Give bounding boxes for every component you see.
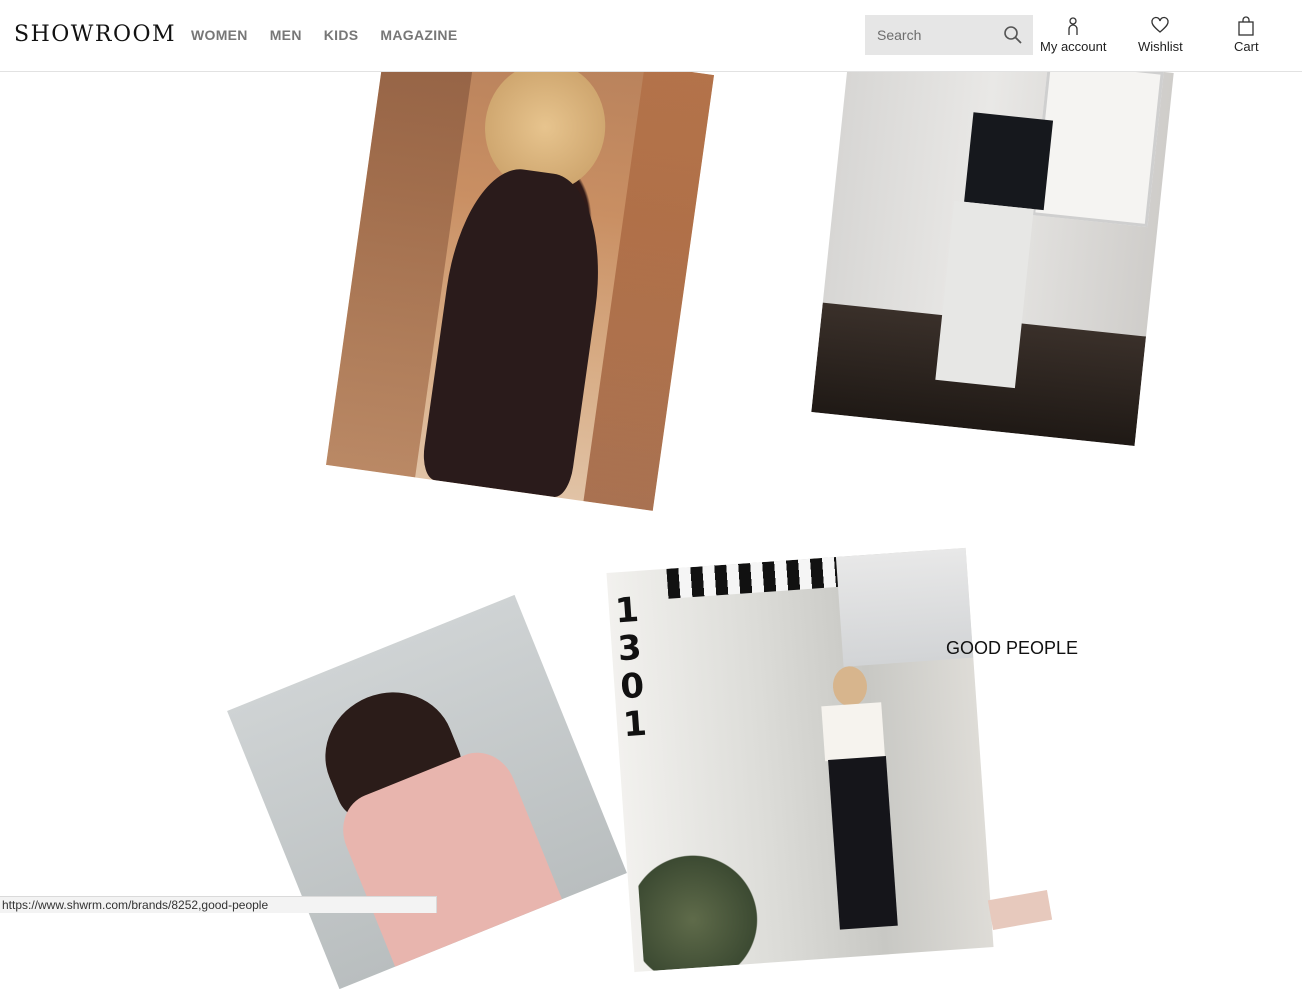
nav-kids[interactable]: KIDS <box>324 27 359 43</box>
shopping-bag-icon <box>1238 16 1254 36</box>
nav-magazine[interactable]: MAGAZINE <box>380 27 457 43</box>
nav-men[interactable]: MEN <box>270 27 302 43</box>
photo-pink-coat[interactable] <box>227 594 627 989</box>
brand-name-label[interactable]: GOOD PEOPLE <box>946 638 1078 659</box>
photo-window-jeans[interactable] <box>811 39 1174 446</box>
my-account-label: My account <box>1040 39 1107 54</box>
storefront-number: 1301 <box>613 589 649 746</box>
wishlist-label: Wishlist <box>1138 39 1183 54</box>
cart-link[interactable]: Cart <box>1234 16 1259 54</box>
heart-icon <box>1151 16 1170 33</box>
showroom-logo[interactable]: SHOWROOM <box>14 22 176 47</box>
nav-women[interactable]: WOMEN <box>191 27 248 43</box>
search-icon[interactable] <box>1003 25 1023 45</box>
wishlist-link[interactable]: Wishlist <box>1138 16 1183 54</box>
site-header: SHOWROOM WOMEN MEN KIDS MAGAZINE My acco… <box>0 0 1302 72</box>
main-nav: WOMEN MEN KIDS MAGAZINE <box>191 27 457 43</box>
photo-dress-alley[interactable] <box>325 29 715 511</box>
status-bar-url: https://www.shwrm.com/brands/8252,good-p… <box>0 896 437 913</box>
search-box <box>865 15 1033 55</box>
photo-storefront[interactable]: 1301 <box>606 547 994 973</box>
photo-partial <box>987 890 1053 930</box>
cart-label: Cart <box>1234 39 1259 54</box>
user-icon <box>1068 17 1078 35</box>
search-input[interactable] <box>875 26 999 44</box>
my-account-link[interactable]: My account <box>1040 16 1106 54</box>
